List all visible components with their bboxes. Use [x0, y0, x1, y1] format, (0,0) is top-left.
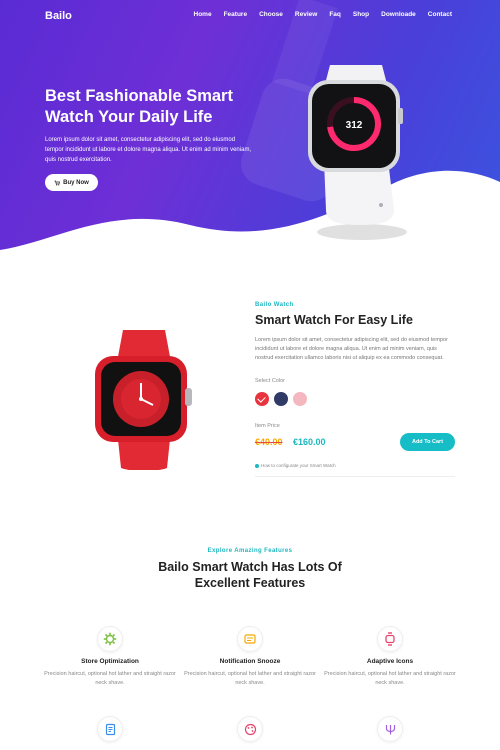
watch-icon	[377, 626, 403, 652]
nav-shop[interactable]: Shop	[353, 11, 369, 18]
hero-watch-image: 312	[308, 65, 407, 240]
select-color-label: Select Color	[255, 378, 285, 384]
hero-text: Lorem ipsum dolor sit amet, consectetur …	[45, 137, 252, 163]
color-swatch-navy[interactable]	[274, 392, 288, 406]
buy-now-button[interactable]: Buy Now	[45, 174, 98, 191]
feature-name: Notification Snooze	[219, 658, 281, 665]
clock-icon	[237, 626, 263, 652]
document-icon	[97, 716, 123, 742]
feature-name: Adaptive Icons	[366, 658, 414, 665]
color-swatches	[255, 392, 307, 406]
buy-now-label: Buy Now	[63, 179, 89, 186]
old-price: €40.00	[255, 437, 283, 447]
product-divider	[255, 476, 455, 477]
main-nav: Home Feature Choose Review Faq Shop Down…	[194, 11, 452, 18]
feature-description: Precision haircut, optional hot lather a…	[44, 671, 176, 686]
feature-name: Store Optimization	[81, 658, 139, 665]
product-subtitle: Bailo Watch	[255, 302, 294, 308]
product-watch-image	[95, 330, 192, 470]
nav-feature[interactable]: Feature	[224, 11, 247, 18]
nav-downloade[interactable]: Downloade	[381, 11, 416, 18]
configure-watch-label: How to configurate your Smart Watch	[261, 463, 336, 468]
nav-contact[interactable]: Contact	[428, 11, 452, 18]
trident-icon	[377, 716, 403, 742]
features-subtitle: Explore Amazing Features	[207, 548, 293, 554]
item-price-label: Item Price	[255, 423, 280, 429]
cart-icon	[54, 180, 61, 185]
logo[interactable]: Bailo	[45, 10, 72, 22]
watch-display-value: 312	[346, 120, 363, 131]
gear-icon	[97, 626, 123, 652]
feature-description: Precision haircut, optional hot lather a…	[324, 671, 456, 686]
feature-store-optimization: Store Optimization Precision haircut, op…	[40, 626, 180, 688]
nav-faq[interactable]: Faq	[329, 11, 341, 18]
color-swatch-pink[interactable]	[293, 392, 307, 406]
color-swatch-red[interactable]	[255, 392, 269, 406]
hero-title: Best Fashionable Smart Watch Your Daily …	[45, 87, 233, 126]
product-description: Lorem ipsum dolor sit amet, consectetur …	[255, 337, 448, 362]
product-title: Smart Watch For Easy Life	[255, 313, 413, 327]
nav-choose[interactable]: Choose	[259, 11, 283, 18]
feature-notification-snooze: Notification Snooze Precision haircut, o…	[180, 626, 320, 688]
nav-review[interactable]: Review	[295, 11, 317, 18]
feature-adaptive-icons: Adaptive Icons Precision haircut, option…	[320, 626, 460, 688]
nav-home[interactable]: Home	[194, 11, 212, 18]
add-to-cart-button[interactable]: Add To Cart	[400, 433, 455, 451]
new-price: €160.00	[293, 437, 326, 447]
info-icon	[255, 463, 259, 468]
feature-description: Precision haircut, optional hot lather a…	[184, 671, 316, 686]
configure-watch-link[interactable]: How to configurate your Smart Watch	[255, 463, 336, 468]
features-title: Bailo Smart Watch Has Lots Of Excellent …	[158, 560, 342, 590]
hero-section: Bailo Home Feature Choose Review Faq Sho…	[0, 0, 500, 258]
palette-icon	[237, 716, 263, 742]
